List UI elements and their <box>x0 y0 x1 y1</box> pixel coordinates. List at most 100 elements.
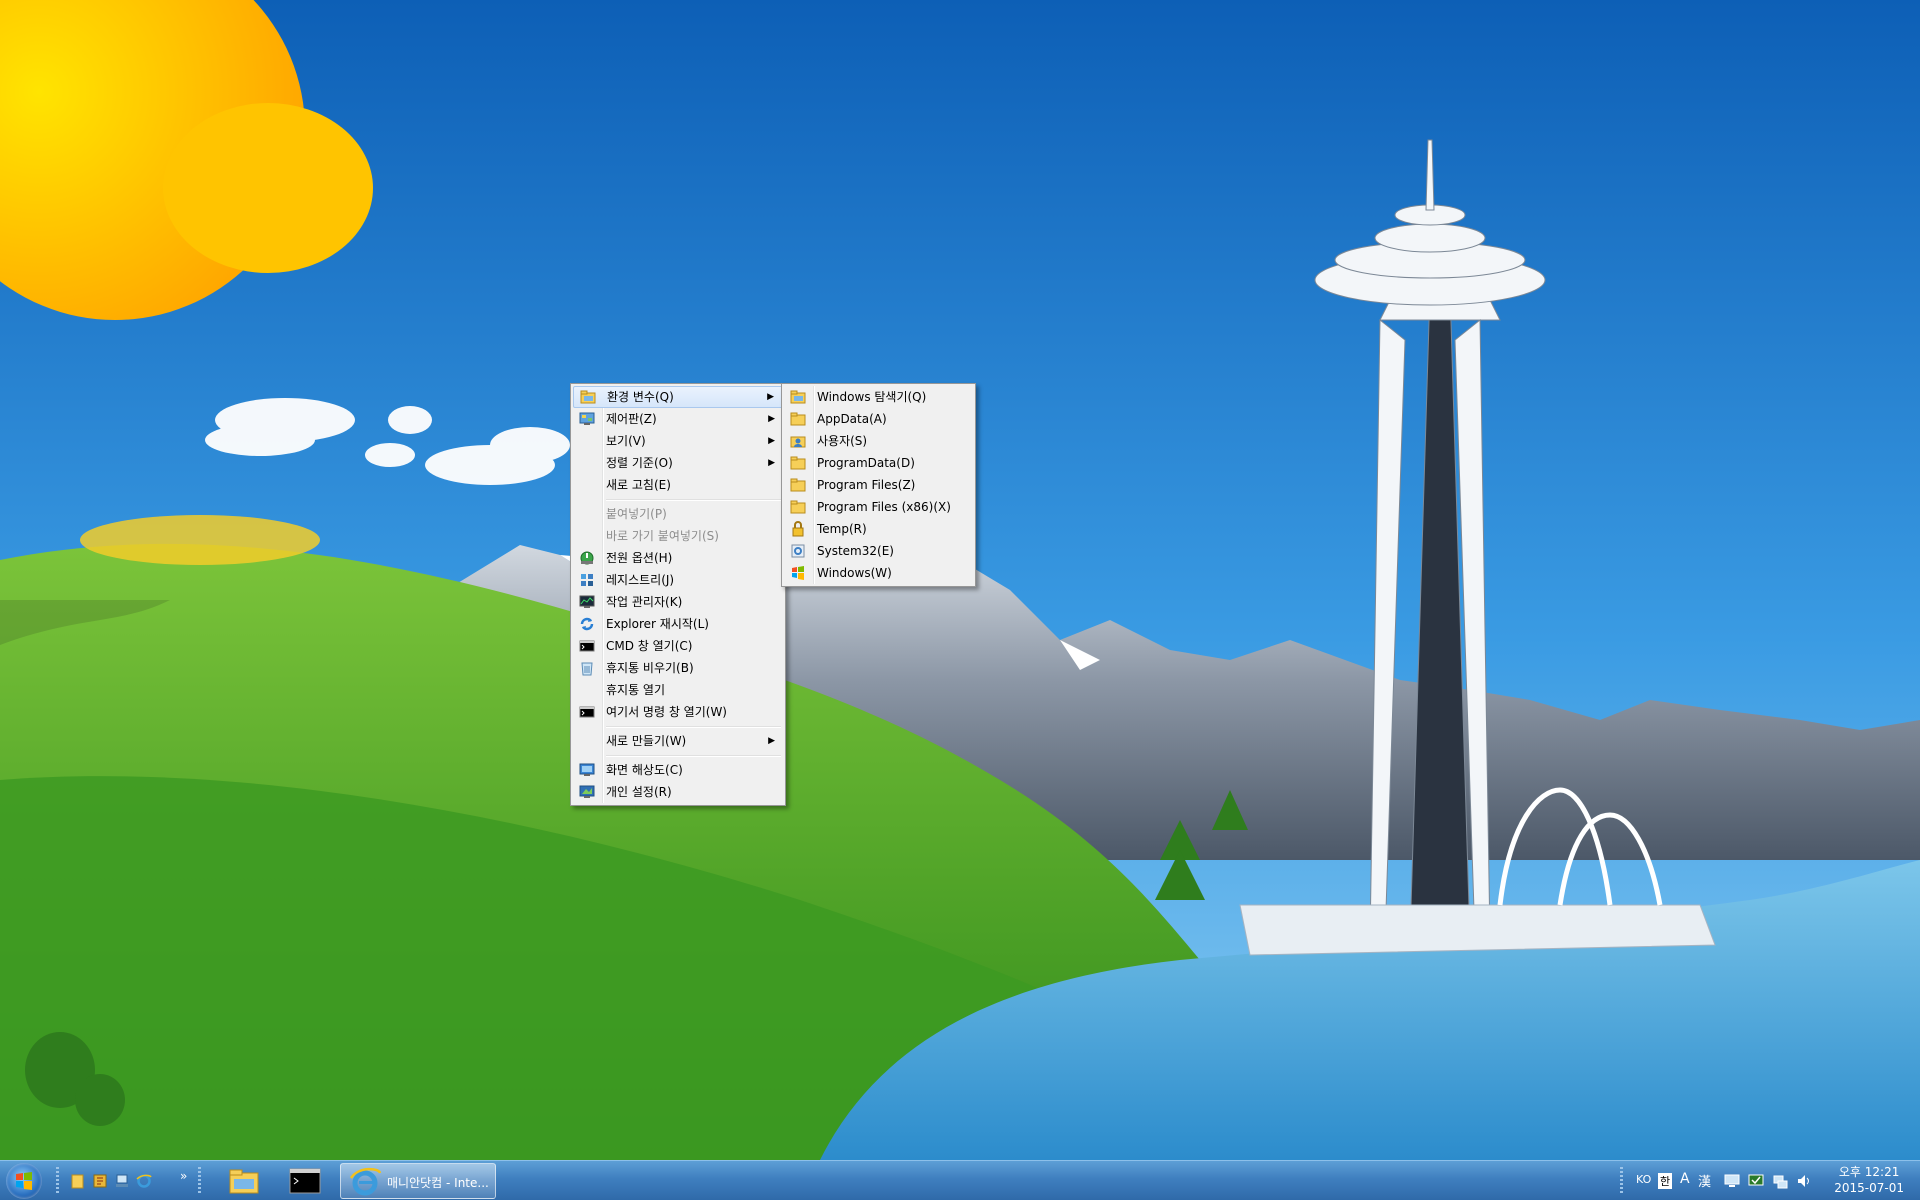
quick-launch-network-icon[interactable] <box>114 1173 130 1189</box>
submenu-arrow-icon: ▶ <box>768 436 775 446</box>
tray-network-icon[interactable] <box>1772 1173 1788 1189</box>
menu-item-environment-variables[interactable]: 환경 변수(Q) ▶ <box>573 386 783 408</box>
menu-item-label: 바로 가기 붙여넣기(S) <box>606 529 719 543</box>
menu-item-screen-resolution[interactable]: 화면 해상도(C) <box>573 759 783 781</box>
menu-item-label: 새로 고침(E) <box>606 478 671 492</box>
menu-item-label: 제어판(Z) <box>606 412 657 426</box>
menu-item-power-options[interactable]: 전원 옵션(H) <box>573 547 783 569</box>
menu-item-view[interactable]: 보기(V) ▶ <box>573 430 783 452</box>
menu-item-label: System32(E) <box>817 544 894 558</box>
start-button[interactable] <box>6 1163 42 1199</box>
taskbar-button-file-explorer[interactable] <box>220 1163 268 1199</box>
task-manager-icon <box>579 595 595 608</box>
submenu-item-temp[interactable]: Temp(R) <box>784 518 973 540</box>
menu-item-registry[interactable]: 레지스트리(J) <box>573 569 783 591</box>
system-icon <box>791 544 805 558</box>
menu-item-empty-recycle-bin[interactable]: 휴지통 비우기(B) <box>573 657 783 679</box>
menu-item-label: 휴지통 비우기(B) <box>606 661 694 675</box>
submenu-arrow-icon: ▶ <box>767 392 774 402</box>
menu-item-label: 새로 만들기(W) <box>606 734 687 748</box>
menu-item-restart-explorer[interactable]: Explorer 재시작(L) <box>573 613 783 635</box>
tray-ime-mode[interactable]: 한 <box>1658 1173 1673 1189</box>
menu-item-label: Program Files (x86)(X) <box>817 500 951 514</box>
menu-item-label: 전원 옵션(H) <box>606 551 673 565</box>
menu-separator <box>573 752 783 759</box>
menu-item-open-recycle-bin[interactable]: 휴지통 열기 <box>573 679 783 701</box>
menu-item-new[interactable]: 새로 만들기(W) ▶ <box>573 730 783 752</box>
quick-launch-overflow-chevron[interactable]: » <box>180 1169 187 1183</box>
menu-item-label: 정렬 기준(O) <box>606 456 673 470</box>
submenu-item-system32[interactable]: System32(E) <box>784 540 973 562</box>
menu-item-label: 보기(V) <box>606 434 646 448</box>
folder-icon <box>790 500 806 514</box>
tray-font-mode[interactable]: A <box>1680 1171 1690 1187</box>
submenu-item-appdata[interactable]: AppData(A) <box>784 408 973 430</box>
taskbar-button-internet-explorer[interactable]: 매니안닷컴 - Inte... <box>340 1163 496 1199</box>
submenu-item-programdata[interactable]: ProgramData(D) <box>784 452 973 474</box>
windows-icon <box>792 566 804 580</box>
menu-item-label: 레지스트리(J) <box>606 573 675 587</box>
quick-launch-ie-icon[interactable] <box>136 1173 152 1189</box>
tray-hanja-mode[interactable]: 漢 <box>1698 1171 1711 1190</box>
menu-item-label: 환경 변수(Q) <box>607 390 674 404</box>
menu-separator <box>573 496 783 503</box>
clock-date: 2015-07-01 <box>1834 1181 1904 1195</box>
menu-item-label: AppData(A) <box>817 412 887 426</box>
clock-time: 오후 12:21 <box>1838 1165 1900 1179</box>
control-panel-icon <box>579 412 595 425</box>
menu-item-label: 작업 관리자(K) <box>606 595 683 609</box>
tray-clock[interactable]: 오후 12:21 2015-07-01 <box>1834 1164 1904 1196</box>
menu-item-sort-by[interactable]: 정렬 기준(O) ▶ <box>573 452 783 474</box>
environment-variables-submenu: Windows 탐색기(Q) AppData(A) 사용자(S) Program… <box>781 383 976 587</box>
menu-item-label: Windows 탐색기(Q) <box>817 390 927 404</box>
tray-display-icon[interactable] <box>1724 1173 1740 1189</box>
submenu-item-program-files-x86[interactable]: Program Files (x86)(X) <box>784 496 973 518</box>
cmd-icon <box>579 640 595 652</box>
menu-item-task-manager[interactable]: 작업 관리자(K) <box>573 591 783 613</box>
cmd-icon <box>579 706 595 718</box>
submenu-arrow-icon: ▶ <box>768 736 775 746</box>
taskbar: » 매니안닷컴 - Inte... KO 한 A 漢 오후 12:21 2015… <box>0 1160 1920 1200</box>
screen-resolution-icon <box>579 763 595 776</box>
tray-language-indicator[interactable]: KO <box>1636 1173 1651 1186</box>
quick-launch-folder-icon[interactable] <box>70 1173 86 1189</box>
desktop-context-menu: 환경 변수(Q) ▶ 제어판(Z) ▶ 보기(V) ▶ 정렬 기준(O) ▶ 새… <box>570 383 786 806</box>
menu-item-refresh[interactable]: 새로 고침(E) <box>573 474 783 496</box>
registry-icon <box>581 574 593 586</box>
menu-item-label: ProgramData(D) <box>817 456 915 470</box>
windows-logo-icon <box>16 1172 32 1190</box>
recycle-bin-icon <box>581 662 593 676</box>
menu-item-label: 붙여넣기(P) <box>606 507 667 521</box>
submenu-arrow-icon: ▶ <box>768 414 775 424</box>
quick-launch-app-icon[interactable] <box>92 1173 108 1189</box>
cmd-icon <box>289 1168 321 1194</box>
menu-item-label: 화면 해상도(C) <box>606 763 683 777</box>
taskbar-button-cmd[interactable] <box>280 1163 330 1199</box>
toolbar-grip[interactable] <box>1620 1167 1623 1195</box>
submenu-arrow-icon: ▶ <box>768 458 775 468</box>
menu-item-open-command-window-here[interactable]: 여기서 명령 창 열기(W) <box>573 701 783 723</box>
submenu-item-windows-explorer[interactable]: Windows 탐색기(Q) <box>784 386 973 408</box>
toolbar-grip[interactable] <box>56 1167 59 1195</box>
personalize-icon <box>579 785 595 798</box>
menu-item-label: 사용자(S) <box>817 434 868 448</box>
menu-item-personalize[interactable]: 개인 설정(R) <box>573 781 783 803</box>
menu-item-open-cmd[interactable]: CMD 창 열기(C) <box>573 635 783 657</box>
internet-explorer-icon <box>349 1167 381 1196</box>
menu-item-label: CMD 창 열기(C) <box>606 639 693 653</box>
submenu-item-program-files[interactable]: Program Files(Z) <box>784 474 973 496</box>
tray-security-icon[interactable] <box>1748 1173 1764 1189</box>
menu-item-label: 개인 설정(R) <box>606 785 672 799</box>
menu-item-paste[interactable]: 붙여넣기(P) <box>573 503 783 525</box>
menu-item-label: Program Files(Z) <box>817 478 916 492</box>
restart-icon <box>580 617 594 631</box>
tray-volume-icon[interactable] <box>1796 1173 1812 1189</box>
menu-item-control-panel[interactable]: 제어판(Z) ▶ <box>573 408 783 430</box>
submenu-item-windows[interactable]: Windows(W) <box>784 562 973 584</box>
toolbar-grip[interactable] <box>198 1167 201 1195</box>
submenu-item-users[interactable]: 사용자(S) <box>784 430 973 452</box>
menu-item-label: Temp(R) <box>817 522 867 536</box>
folder-icon <box>790 478 806 492</box>
menu-item-paste-shortcut[interactable]: 바로 가기 붙여넣기(S) <box>573 525 783 547</box>
explorer-icon <box>790 390 806 404</box>
